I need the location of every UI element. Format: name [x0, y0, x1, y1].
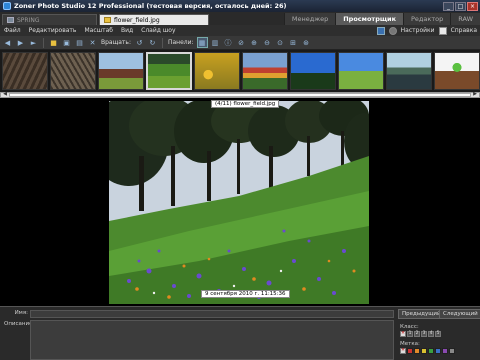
rating-selector: ✕ 1 2 3 4 5 — [400, 331, 441, 337]
filmstrip-panel-icon[interactable]: ▦ — [196, 37, 208, 48]
tab-viewer[interactable]: Просмотрщик — [335, 13, 403, 25]
thumbnail-barn[interactable] — [98, 52, 144, 90]
menu-bar: Файл Редактировать Масштаб Вид Слайд шоу… — [0, 25, 480, 36]
tab-manager[interactable]: Менеджер — [283, 13, 336, 25]
thumbnail-tree-bark[interactable] — [2, 52, 48, 90]
main-photo[interactable] — [109, 101, 369, 304]
app-icon — [3, 2, 11, 10]
tab-label: flower_field.jpg — [114, 16, 160, 24]
previous-button[interactable]: Предыдущий — [398, 309, 445, 319]
tab-label: SPRING — [17, 16, 40, 24]
scroll-thumb[interactable] — [9, 93, 471, 97]
fullscreen-icon[interactable]: ⊞ — [288, 37, 299, 48]
class-label: Класс: — [400, 324, 419, 330]
title-bar: Zoner Photo Studio 12 Professional (тест… — [0, 0, 480, 12]
zoom-out-icon[interactable]: ⊖ — [262, 37, 273, 48]
mode-tabs: Менеджер Просмотрщик Редактор RAW — [283, 13, 480, 25]
gear-icon — [388, 26, 397, 35]
link-icon[interactable]: ⊘ — [236, 37, 247, 48]
label-label: Метка: — [400, 341, 420, 347]
export-icon[interactable]: ▤ — [74, 37, 85, 48]
folder-icon — [7, 17, 14, 23]
image-date: 9 сентября 2010 г. 11:15:36 — [201, 290, 290, 298]
rotate-right-icon[interactable]: ↻ — [147, 37, 158, 48]
menu-zoom[interactable]: Масштаб — [80, 27, 117, 34]
thumbnail-tulip-field[interactable] — [242, 52, 288, 90]
color-label-1[interactable] — [407, 348, 413, 354]
color-label-7[interactable] — [449, 348, 455, 354]
minimize-button[interactable]: _ — [443, 1, 454, 11]
menu-right: Настройки Справка — [376, 26, 477, 35]
color-label-5[interactable] — [435, 348, 441, 354]
rating-2[interactable]: 2 — [414, 331, 420, 337]
name-field[interactable] — [30, 310, 394, 318]
menu-file[interactable]: Файл — [0, 27, 25, 34]
thumbnail-meadow[interactable] — [338, 52, 384, 90]
filmstrip — [0, 50, 480, 92]
thumbnail-tree-on-hill[interactable] — [290, 52, 336, 90]
thumbnail-sunflowers[interactable] — [194, 52, 240, 90]
help-link[interactable]: Справка — [451, 27, 477, 34]
close-button[interactable]: × — [467, 1, 478, 11]
panel-layout-icon[interactable]: ▥ — [210, 37, 221, 48]
tab-flower-field[interactable]: flower_field.jpg — [99, 14, 209, 25]
display-icon[interactable] — [376, 26, 385, 35]
tab-spring[interactable]: SPRING — [2, 14, 97, 25]
window-title: Zoner Photo Studio 12 Professional (тест… — [14, 2, 287, 10]
toolbar: ◀ ▶ ► ■ ▣ ▤ ✕ Вращать: ↺ ↻ Панели: ▦ ▥ ⓘ… — [0, 36, 480, 50]
color-label-3[interactable] — [421, 348, 427, 354]
rotate-label: Вращать: — [101, 39, 131, 46]
image-viewer: (4/11) flower_field.jpg 9 сентября 2010 … — [0, 98, 480, 306]
zoom-fit-icon[interactable]: ⊙ — [275, 37, 286, 48]
menu-slideshow[interactable]: Слайд шоу — [137, 27, 179, 34]
back-arrow-icon[interactable]: ◀ — [2, 37, 13, 48]
open-folder-icon[interactable]: ■ — [48, 37, 59, 48]
image-file-icon — [104, 17, 111, 23]
play-icon[interactable]: ► — [28, 37, 39, 48]
zoom-actual-icon[interactable]: ⊛ — [301, 37, 312, 48]
tab-editor[interactable]: Редактор — [403, 13, 451, 25]
forward-arrow-icon[interactable]: ▶ — [15, 37, 26, 48]
thumbnail-seedling-hands[interactable] — [434, 52, 480, 90]
toolbar-divider — [161, 37, 163, 48]
next-button[interactable]: Следующий — [439, 309, 480, 319]
color-label-6[interactable] — [442, 348, 448, 354]
delete-icon[interactable]: ✕ — [87, 37, 98, 48]
rating-4[interactable]: 4 — [428, 331, 434, 337]
image-caption: (4/11) flower_field.jpg — [211, 100, 280, 108]
menu-view[interactable]: Вид — [117, 27, 137, 34]
description-label: Описание: — [4, 321, 35, 327]
rating-3[interactable]: 3 — [421, 331, 427, 337]
rating-5[interactable]: 5 — [435, 331, 441, 337]
window-controls: _ □ × — [443, 1, 478, 11]
rotate-left-icon[interactable]: ↺ — [134, 37, 145, 48]
tab-raw[interactable]: RAW — [450, 13, 480, 25]
color-label-4[interactable] — [428, 348, 434, 354]
thumbnail-flower-field[interactable] — [146, 52, 192, 90]
copy-icon[interactable]: ▣ — [61, 37, 72, 48]
settings-link[interactable]: Настройки — [401, 27, 435, 34]
thumbnail-lake[interactable] — [386, 52, 432, 90]
color-label-2[interactable] — [414, 348, 420, 354]
menu-edit[interactable]: Редактировать — [25, 27, 81, 34]
maximize-button[interactable]: □ — [455, 1, 466, 11]
name-label: Имя: — [14, 310, 28, 316]
tab-bar: SPRING flower_field.jpg Менеджер Просмот… — [0, 12, 480, 25]
wildflowers — [127, 229, 356, 299]
description-field[interactable] — [30, 320, 394, 360]
zoom-in-icon[interactable]: ⊕ — [249, 37, 260, 48]
info-icon[interactable]: ⓘ — [223, 37, 234, 48]
color-label-selector: ✕ — [400, 348, 455, 354]
rating-1[interactable]: 1 — [407, 331, 413, 337]
help-icon — [438, 26, 447, 35]
rating-clear-icon[interactable]: ✕ — [400, 331, 406, 337]
toolbar-divider — [43, 37, 44, 48]
label-clear-icon[interactable]: ✕ — [400, 348, 406, 354]
panels-label: Панели: — [167, 39, 194, 46]
thumbnail-rock-texture[interactable] — [50, 52, 96, 90]
